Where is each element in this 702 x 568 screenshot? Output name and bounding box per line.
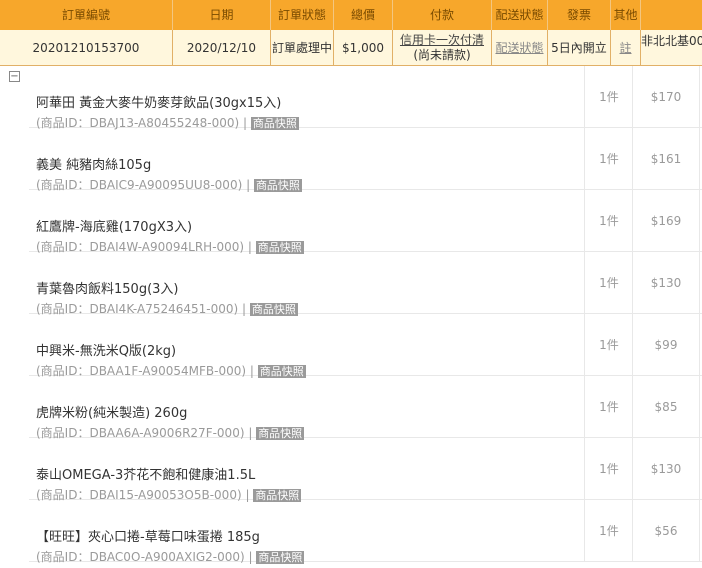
product-price: $130 bbox=[632, 252, 700, 313]
product-price: $56 bbox=[632, 500, 700, 561]
product-name: 泰山OMEGA-3芥花不飽和健康油1.5L bbox=[36, 468, 256, 483]
list-item: 阿華田 黃金大麥牛奶麥芽飲品(30gx15入) (商品ID：DBAJ13-A804… bbox=[29, 66, 702, 130]
order-items-list: 阿華田 黃金大麥牛奶麥芽飲品(30gx15入) (商品ID：DBAJ13-A804… bbox=[29, 66, 702, 565]
overflow-cell: 非北北基00 bbox=[641, 30, 702, 66]
product-quantity: 1件 bbox=[584, 190, 633, 251]
list-item: 紅鷹牌-海底雞(170gX3入) (商品ID：DBAI4W-A90094LRH-0… bbox=[29, 190, 702, 254]
product-name: 義美 純豬肉絲105g bbox=[36, 158, 152, 173]
order-status: 訂單處理中 bbox=[271, 30, 334, 66]
list-item: 青葉魯肉飯料150g(3入) (商品ID：DBAI4K-A75246451-000… bbox=[29, 252, 702, 316]
order-date: 2020/12/10 bbox=[173, 30, 271, 66]
header-other: 其他 bbox=[611, 0, 641, 30]
list-item: 泰山OMEGA-3芥花不飽和健康油1.5L (商品ID：DBAI15-A90053… bbox=[29, 438, 702, 502]
product-snapshot-link[interactable]: 商品快照 bbox=[256, 551, 305, 564]
product-quantity: 1件 bbox=[584, 66, 633, 127]
product-price: $170 bbox=[632, 66, 700, 127]
header-blank bbox=[641, 0, 702, 30]
payment-method-link[interactable]: 信用卡一次付清 bbox=[400, 33, 484, 48]
product-price: $161 bbox=[632, 128, 700, 189]
delivery-status-link[interactable]: 配送狀態 bbox=[495, 39, 543, 56]
order-no: 20201210153700 bbox=[0, 30, 173, 66]
product-name: 虎牌米粉(純米製造) 260g bbox=[36, 406, 188, 421]
separator: | bbox=[244, 550, 257, 564]
product-id-line: (商品ID：DBAC0O-A900AXIG2-000) | 商品快照 bbox=[36, 548, 305, 565]
product-id: (商品ID：DBAC0O-A900AXIG2-000) bbox=[36, 550, 245, 564]
order-total: $1,000 bbox=[334, 30, 393, 66]
header-invoice: 發票 bbox=[548, 0, 611, 30]
delivery-status-cell: 配送狀態 bbox=[492, 30, 548, 66]
order-summary-row: 20201210153700 2020/12/10 訂單處理中 $1,000 信… bbox=[0, 30, 702, 66]
note-link[interactable]: 註 bbox=[619, 39, 631, 56]
product-quantity: 1件 bbox=[584, 438, 633, 499]
list-item: 虎牌米粉(純米製造) 260g (商品ID：DBAA6A-A9006R27F-00… bbox=[29, 376, 702, 440]
product-quantity: 1件 bbox=[584, 128, 633, 189]
payment-cell: 信用卡一次付清 (尚未請款) bbox=[393, 30, 492, 66]
product-price: $85 bbox=[632, 376, 700, 437]
invoice-info: 5日內開立 bbox=[548, 30, 611, 66]
header-order-no: 訂單編號 bbox=[0, 0, 173, 30]
note-cell: 註 bbox=[611, 30, 641, 66]
product-quantity: 1件 bbox=[584, 500, 633, 561]
list-item: 義美 純豬肉絲105g (商品ID：DBAIC9-A90095UU8-000) |… bbox=[29, 128, 702, 192]
header-delivery-status: 配送狀態 bbox=[492, 0, 548, 30]
product-name: 紅鷹牌-海底雞(170gX3入) bbox=[36, 220, 193, 235]
product-name: 青葉魯肉飯料150g(3入) bbox=[36, 282, 179, 297]
product-price: $169 bbox=[632, 190, 700, 251]
product-name: 【旺旺】夾心口捲-草莓口味蛋捲 185g bbox=[36, 530, 260, 545]
list-item: 【旺旺】夾心口捲-草莓口味蛋捲 185g (商品ID：DBAC0O-A900AXI… bbox=[29, 500, 702, 565]
header-date: 日期 bbox=[173, 0, 271, 30]
product-quantity: 1件 bbox=[584, 376, 633, 437]
list-item: 中興米-無洗米Q版(2kg) (商品ID：DBAA1F-A90054MFB-000… bbox=[29, 314, 702, 378]
header-total: 總價 bbox=[334, 0, 393, 30]
product-quantity: 1件 bbox=[584, 314, 633, 375]
product-quantity: 1件 bbox=[584, 252, 633, 313]
header-order-status: 訂單狀態 bbox=[271, 0, 334, 30]
product-price: $130 bbox=[632, 438, 700, 499]
product-price: $99 bbox=[632, 314, 700, 375]
order-table-header: 訂單編號 日期 訂單狀態 總價 付款 配送狀態 發票 其他 bbox=[0, 0, 702, 30]
header-payment: 付款 bbox=[393, 0, 492, 30]
payment-note: (尚未請款) bbox=[413, 47, 471, 62]
product-name: 阿華田 黃金大麥牛奶麥芽飲品(30gx15入) bbox=[36, 96, 282, 111]
collapse-toggle-icon[interactable]: − bbox=[9, 71, 20, 82]
product-name: 中興米-無洗米Q版(2kg) bbox=[36, 344, 177, 359]
